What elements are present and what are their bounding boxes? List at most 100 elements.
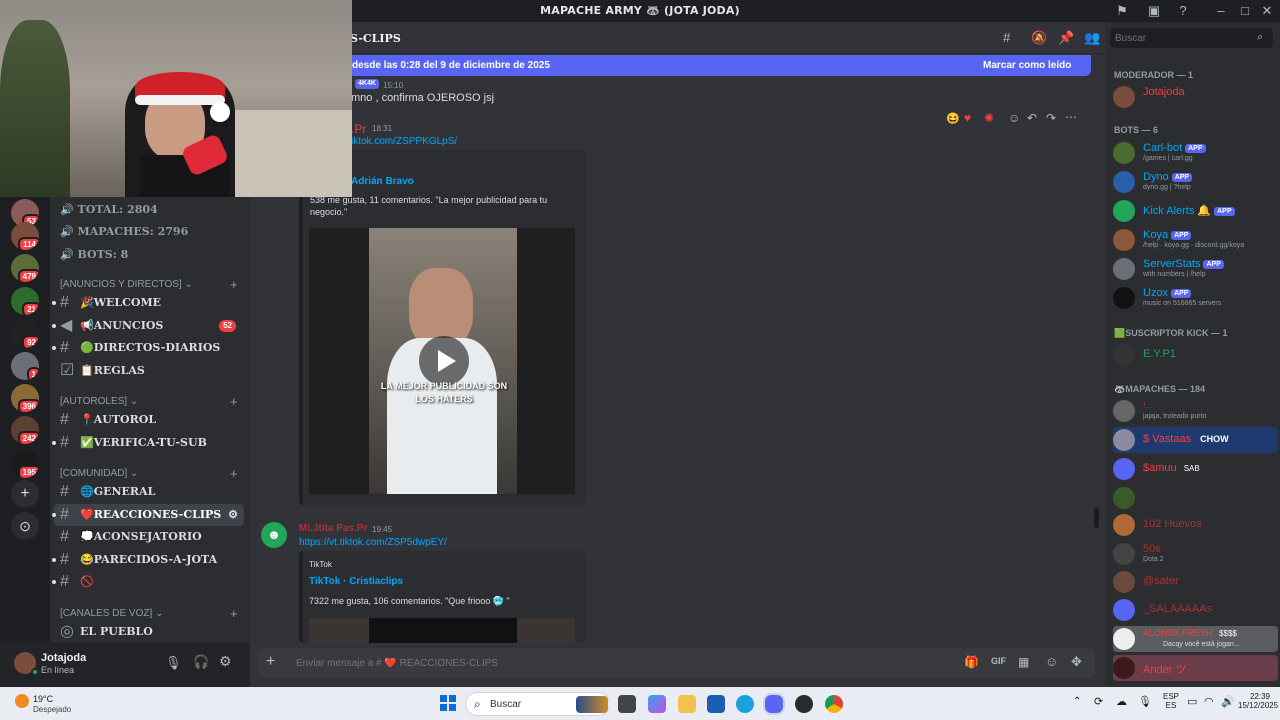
new-messages-bar[interactable]: desde las 0:28 del 9 de diciembre de 202… <box>348 55 1091 76</box>
add-channel-icon[interactable]: + <box>230 277 238 292</box>
microphone-icon[interactable]: 🎙 <box>1138 695 1152 708</box>
member-item[interactable]: 102 Huevos <box>1113 512 1278 538</box>
chevron-up-icon[interactable]: ⌃ <box>1073 696 1081 707</box>
add-channel-icon[interactable]: + <box>230 466 238 481</box>
member-item[interactable]: Koya APP/help · koya.gg · discord.gg/koya <box>1113 227 1278 253</box>
discord-icon[interactable] <box>763 693 785 715</box>
taskbar-search[interactable]: ⌕ Buscar <box>465 692 610 716</box>
member-item[interactable]: 50s Dota 2 <box>1113 541 1278 567</box>
category-autoroles[interactable]: [AUTOROLES] ⌄ + <box>60 394 238 409</box>
heart-reaction-icon[interactable]: ♥ <box>964 111 971 125</box>
emoji-reaction-icon[interactable]: 😆 <box>946 112 960 125</box>
member-item[interactable]: $ Vastaas CHOW <box>1113 427 1278 453</box>
category-voz[interactable]: [CANALES DE VOZ] ⌄ + <box>60 606 238 621</box>
gif-icon[interactable]: GIF <box>991 656 1006 666</box>
message-link[interactable]: https://vt.tiktok.com/ZSP5dwpEY/ <box>299 537 447 548</box>
pin-icon[interactable]: 📌 <box>1058 30 1074 46</box>
channel-verifica[interactable]: # ✅VERIFICA-TU-SUB <box>52 432 244 454</box>
embed-author[interactable]: TikTok · Cristiaclips <box>309 576 403 587</box>
server-icon[interactable]: 195 <box>11 450 39 478</box>
discover-icon[interactable]: ⊙ <box>11 512 39 540</box>
emoji-icon[interactable]: ☺ <box>1045 654 1058 669</box>
member-item[interactable]: Dyno APP dyno.gg | ?help <box>1113 169 1278 195</box>
sticker-icon[interactable]: ▦ <box>1018 655 1029 669</box>
embed-author[interactable]: Adrián Bravo <box>351 176 414 187</box>
wifi-icon[interactable]: ◠ <box>1204 695 1214 708</box>
apps-icon[interactable]: ✥ <box>1071 654 1082 670</box>
user-settings-icon[interactable]: ⚙ <box>219 653 232 670</box>
reply-icon[interactable]: ↶ <box>1027 111 1037 125</box>
avatar[interactable]: ☻ <box>261 522 287 548</box>
add-server-icon[interactable]: + <box>11 480 39 508</box>
member-item[interactable]: @sater <box>1113 569 1278 595</box>
help-icon[interactable]: ? <box>1175 3 1191 19</box>
weather-temp[interactable]: 19°C <box>33 694 53 704</box>
category-comunidad[interactable]: [COMUNIDAD] ⌄ + <box>60 466 238 481</box>
search-icon[interactable]: ⌕ <box>1257 31 1263 44</box>
windows-start-icon[interactable] <box>440 695 456 711</box>
message-composer[interactable]: + 🎁 GIF ▦ ☺ ✥ <box>258 648 1095 678</box>
add-channel-icon[interactable]: + <box>230 606 238 621</box>
channel-noname[interactable]: # 🚫 <box>52 571 244 593</box>
attach-icon[interactable]: + <box>266 653 275 671</box>
weather-icon[interactable] <box>15 694 29 708</box>
server-icon[interactable]: 242 <box>11 416 39 444</box>
member-item[interactable]: $amuu SAB <box>1113 456 1278 482</box>
member-item[interactable]: E.Y.P1 <box>1113 342 1278 368</box>
settings-icon[interactable]: ⚙ <box>228 504 238 526</box>
channel-reglas[interactable]: ☑ 📋REGLAS <box>54 360 244 382</box>
server-icon[interactable]: 114 <box>11 222 39 250</box>
member-item[interactable] <box>1113 485 1278 511</box>
headphones-icon[interactable]: 🎧 <box>193 654 209 670</box>
inbox-icon[interactable]: ⚑ <box>1114 3 1130 19</box>
add-channel-icon[interactable]: + <box>230 394 238 409</box>
scrollbar-thumb[interactable] <box>1094 508 1099 528</box>
file-explorer-icon[interactable] <box>678 695 696 713</box>
channel-autorol[interactable]: # 📍AUTOROL <box>54 409 244 431</box>
store-icon[interactable] <box>707 695 725 713</box>
member-item[interactable]: !... jajaja, troleado purto <box>1113 398 1278 424</box>
task-view-icon[interactable] <box>618 695 636 713</box>
server-icon[interactable]: 21 <box>11 287 39 315</box>
edge-icon[interactable] <box>736 695 754 713</box>
member-item[interactable]: Carl-bot APP/games | carl.gg <box>1113 140 1278 166</box>
channel-anuncios[interactable]: ◀ 📢ANUNCIOS 52 <box>52 315 244 337</box>
channel-el-pueblo[interactable]: ◎ EL PUEBLO <box>54 621 244 643</box>
message-link[interactable]: iktok.com/ZSPPKGLpS/ <box>351 136 457 147</box>
clock[interactable]: 22:39 15/12/2025 <box>1238 692 1278 710</box>
volume-icon[interactable]: 🔊 <box>1221 695 1235 708</box>
search-input[interactable] <box>1110 28 1273 48</box>
threads-icon[interactable]: # <box>1003 30 1010 45</box>
channel-welcome[interactable]: # 🎉WELCOME <box>52 292 244 314</box>
forward-icon[interactable]: ↷ <box>1046 111 1056 125</box>
mute-icon[interactable]: 🔕 <box>1031 30 1047 46</box>
member-item[interactable]: Kick Alerts 🔔 APP <box>1113 198 1278 224</box>
more-icon[interactable]: ⋯ <box>1065 110 1077 124</box>
reaction-icon[interactable]: ✺ <box>984 111 994 125</box>
message-author[interactable]: .Pr <box>351 122 366 136</box>
member-item[interactable]: Uzox APP music on 516865 servers <box>1113 285 1278 311</box>
message-author[interactable]: Mi.Jtita Pas.Pr <box>299 523 367 534</box>
channel-parecidos[interactable]: # 😂PARECIDOS-A-JOTA <box>52 549 244 571</box>
server-icon[interactable]: 396 <box>11 384 39 412</box>
minimize-icon[interactable]: – <box>1213 3 1229 19</box>
maximize-icon[interactable]: □ <box>1237 3 1253 19</box>
language-indicator[interactable]: ESP ES <box>1160 692 1182 710</box>
add-reaction-icon[interactable]: ☺ <box>1008 111 1020 125</box>
chrome-icon[interactable] <box>825 695 843 713</box>
obs-icon[interactable] <box>795 695 813 713</box>
mark-read-button[interactable]: Marcar como leído <box>983 60 1071 71</box>
member-item[interactable]: ALONSX FRESH $$$$ Dacqy você está jogan..… <box>1113 626 1278 652</box>
channel-reacciones-clips[interactable]: # ❤️REACCIONES-CLIPS ⚙ <box>52 504 244 526</box>
category-anuncios[interactable]: [ANUNCIOS Y DIRECTOS] ⌄ + <box>60 277 238 292</box>
screen-icon[interactable]: ▣ <box>1146 3 1162 19</box>
channel-directos[interactable]: # 🟢DIRECTOS-DIARIOS <box>52 337 244 359</box>
member-item[interactable]: _SALAAAAAs <box>1113 597 1278 623</box>
members-icon[interactable]: 👥 <box>1084 30 1100 46</box>
video-thumbnail[interactable] <box>309 618 575 643</box>
network-icon[interactable]: ⟳ <box>1094 695 1103 708</box>
member-item[interactable]: Jotajoda <box>1113 84 1278 110</box>
microphone-icon[interactable]: 🎙 <box>165 655 182 671</box>
video-thumbnail[interactable]: LA MEJOR PUBLICIDAD SON LOS HATERS <box>309 228 575 494</box>
server-icon[interactable]: 479 <box>11 254 39 282</box>
